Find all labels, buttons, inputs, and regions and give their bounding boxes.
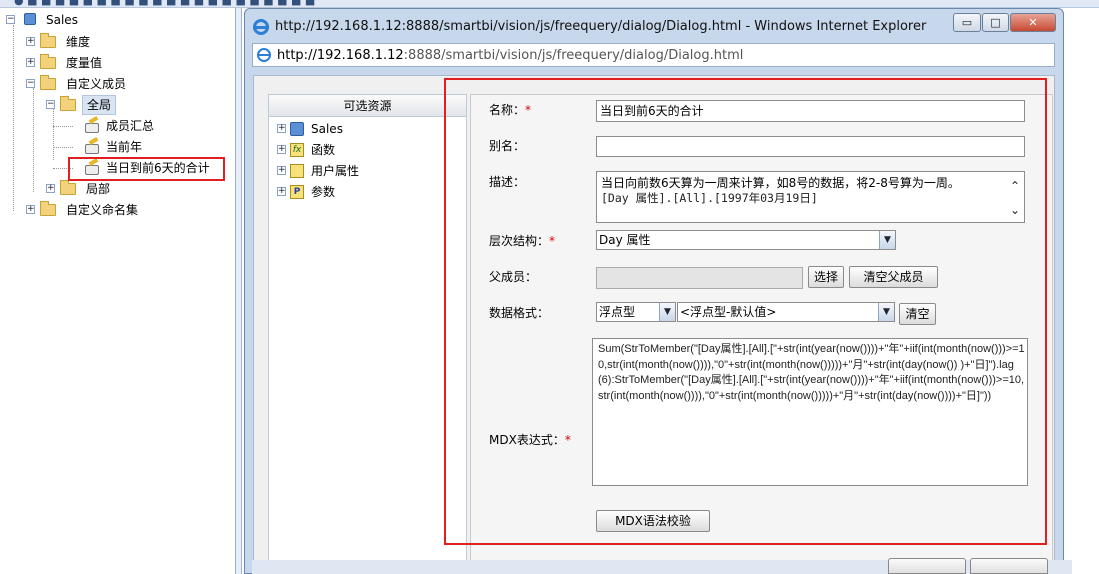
parameter-icon: P [290,185,304,199]
breadcrumb: ● ■ ■ ■ ■ ■ ■ ■ ■ ■ ■ ■ ■ ■ ■ ■ ■ ■ ■ ■ … [14,0,316,7]
tree-node-label: 自定义命名集 [66,203,139,217]
cube-icon [24,13,36,25]
folder-icon [60,180,76,195]
expand-icon[interactable]: + [26,205,35,214]
folder-open-icon [40,75,56,90]
function-icon: fx [290,143,304,157]
tree-node-label: 全局 [82,95,117,115]
folder-icon [40,201,56,216]
user-attribute-icon [290,164,304,178]
tree-node-label: 度量值 [66,56,103,70]
folder-icon [40,54,56,69]
panel-splitter[interactable] [236,8,242,574]
resource-item-label: 用户属性 [311,164,360,178]
address-path: :8888/smartbi/vision/js/freequery/dialog… [403,48,744,63]
collapse-icon[interactable]: − [46,100,55,109]
ok-button[interactable] [888,558,966,574]
expand-icon[interactable]: + [46,184,55,193]
resource-item-label: Sales [311,122,343,136]
window-titlebar[interactable]: http://192.168.1.12:8888/smartbi/vision/… [245,9,1063,43]
resource-item-label: 函数 [311,143,336,157]
tree-guide-line [13,25,14,211]
ie-logo-icon [253,19,269,35]
tree-node-label: 局部 [86,182,111,196]
address-bar[interactable]: http://192.168.1.12:8888/smartbi/vision/… [252,43,1055,67]
cube-icon [290,122,304,136]
expand-icon[interactable]: + [277,187,286,196]
page-icon [257,48,271,62]
dimension-icon [40,33,56,48]
expand-icon[interactable]: + [277,124,286,133]
expand-icon[interactable]: + [26,37,35,46]
collapse-icon[interactable]: − [6,15,15,24]
expand-icon[interactable]: + [277,166,286,175]
address-text: http://192.168.1.12:8888/smartbi/vision/… [277,48,743,63]
tree-node-label: 成员汇总 [106,119,155,133]
window-title: http://192.168.1.12:8888/smartbi/vision/… [275,19,927,34]
tree-guide-line [53,108,54,160]
member-tree: − Sales + 维度 + 度量值 − 自定义成员 − 全局 成员汇总 当前年… [0,8,236,574]
cancel-button[interactable] [970,558,1048,574]
maximize-button[interactable]: □ [982,13,1009,32]
close-button[interactable]: ✕ [1010,13,1056,32]
expand-icon[interactable]: + [26,58,35,67]
highlight-box [68,157,225,181]
resource-panel-header: 可选资源 [269,95,466,117]
breadcrumb-strip: ● ■ ■ ■ ■ ■ ■ ■ ■ ■ ■ ■ ■ ■ ■ ■ ■ ■ ■ ■ … [0,0,1099,8]
resource-panel: 可选资源 + Sales + fx 函数 + 用户属性 + P 参数 [268,94,467,574]
collapse-icon[interactable]: − [26,79,35,88]
folder-open-icon [60,96,76,111]
address-host: http://192.168.1.12 [277,48,404,63]
tree-node-label: 当前年 [106,140,143,154]
calculated-member-icon [84,118,100,133]
tree-guide-line [33,88,34,192]
tree-guide-line [53,126,73,127]
expand-icon[interactable]: + [277,145,286,154]
resource-item-label: 参数 [311,185,336,199]
minimize-button[interactable]: ▭ [953,13,981,32]
tree-node-label: 维度 [66,35,91,49]
tree-guide-line [53,147,73,148]
calculated-member-icon [84,139,100,154]
tree-node-label: Sales [46,13,78,27]
tree-node-label: 自定义成员 [66,77,127,91]
highlight-box [444,78,1047,545]
